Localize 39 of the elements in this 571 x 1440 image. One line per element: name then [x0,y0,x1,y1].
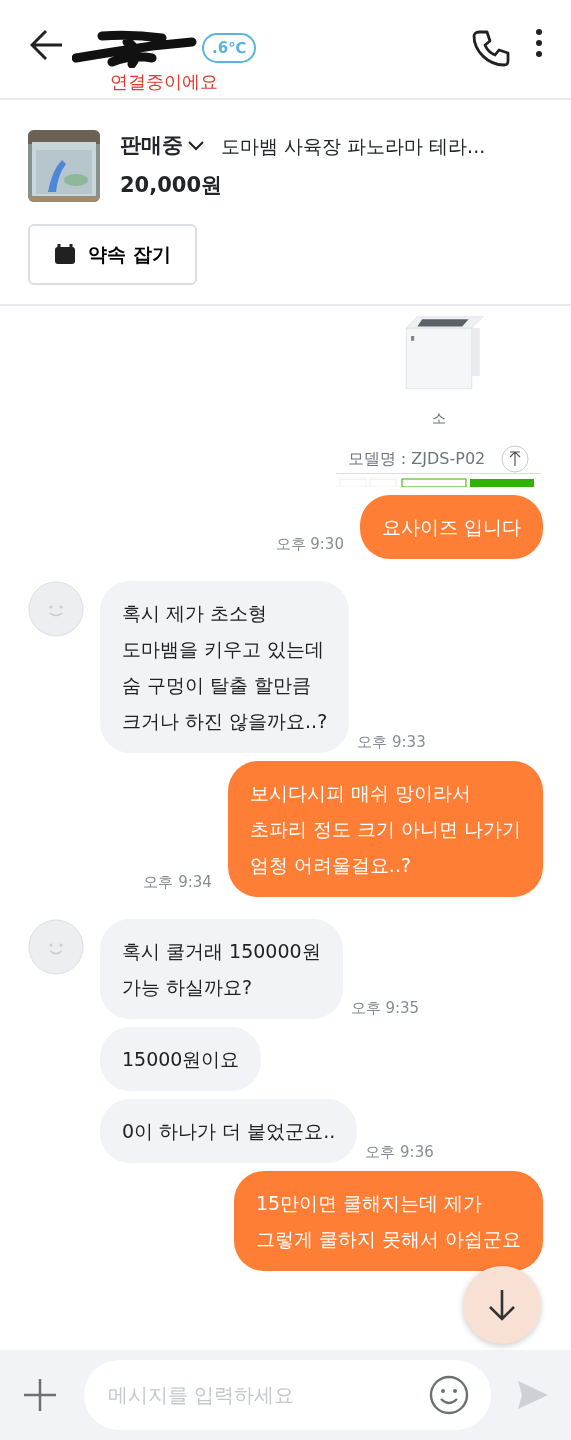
temperature-badge: .6℃ [202,32,257,64]
appointment-button[interactable]: 약속 잡기 [28,224,197,285]
attach-button[interactable] [22,1377,58,1413]
avatar-icon [28,919,84,975]
more-icon [535,28,543,58]
message-bubble: 혹시 제가 초소형 도마뱀을 키우고 있는데 숨 구멍이 탈출 할만큼 크거나 하진 않을까요..? [100,581,350,753]
message-bubble: 15만이면 쿨해지는데 제가 그렇게 쿨하지 못해서 아쉽군요 [233,1171,543,1271]
smiley-icon [429,1375,469,1415]
product-price: 20,000원 [120,171,224,199]
scroll-top-icon [501,445,530,473]
emoji-button[interactable] [429,1375,469,1415]
message-bubble: 15000원이요 [100,1027,262,1091]
message-bubble: 보시다시피 매쉬 망이라서 초파리 정도 크기 아니면 나가기 엄청 어려울걸요..? [227,761,543,897]
plus-icon [22,1377,58,1413]
call-button[interactable] [471,28,511,68]
message-time: 오후 9:35 [350,997,420,1019]
arrow-down-icon [486,1288,518,1322]
send-icon [517,1380,549,1410]
model-text: 모델명 : ZJDS-P02 [347,448,486,470]
product-title: 도마뱀 사육장 파노라마 테라... [221,133,486,159]
message-bubble: 0이 하나가 더 붙었군요.. [100,1099,358,1163]
status-dropdown[interactable]: 판매중 [120,130,205,162]
back-button[interactable] [30,28,64,62]
phone-icon [471,28,511,68]
message-time: 오후 9:30 [275,533,344,555]
message-bubble: 요사이즈 입니다 [359,495,543,559]
caption-text: 소 [431,409,446,428]
avatar-icon [28,581,84,637]
back-icon [30,28,64,62]
chevron-down-icon [187,139,205,152]
message-bubble: 혹시 쿨거래 150000원 가능 하실까요? [100,919,343,1019]
message-time: 오후 9:36 [365,1141,434,1163]
message-input-field[interactable]: 메시지를 입력하세요 [84,1360,491,1430]
connection-status: 연결중이에요 [110,70,219,94]
message-time: 오후 9:33 [357,731,426,753]
more-button[interactable] [535,28,543,58]
message-time: 오후 9:34 [143,871,212,893]
scroll-down-button[interactable] [463,1266,541,1344]
calendar-icon [54,243,76,266]
